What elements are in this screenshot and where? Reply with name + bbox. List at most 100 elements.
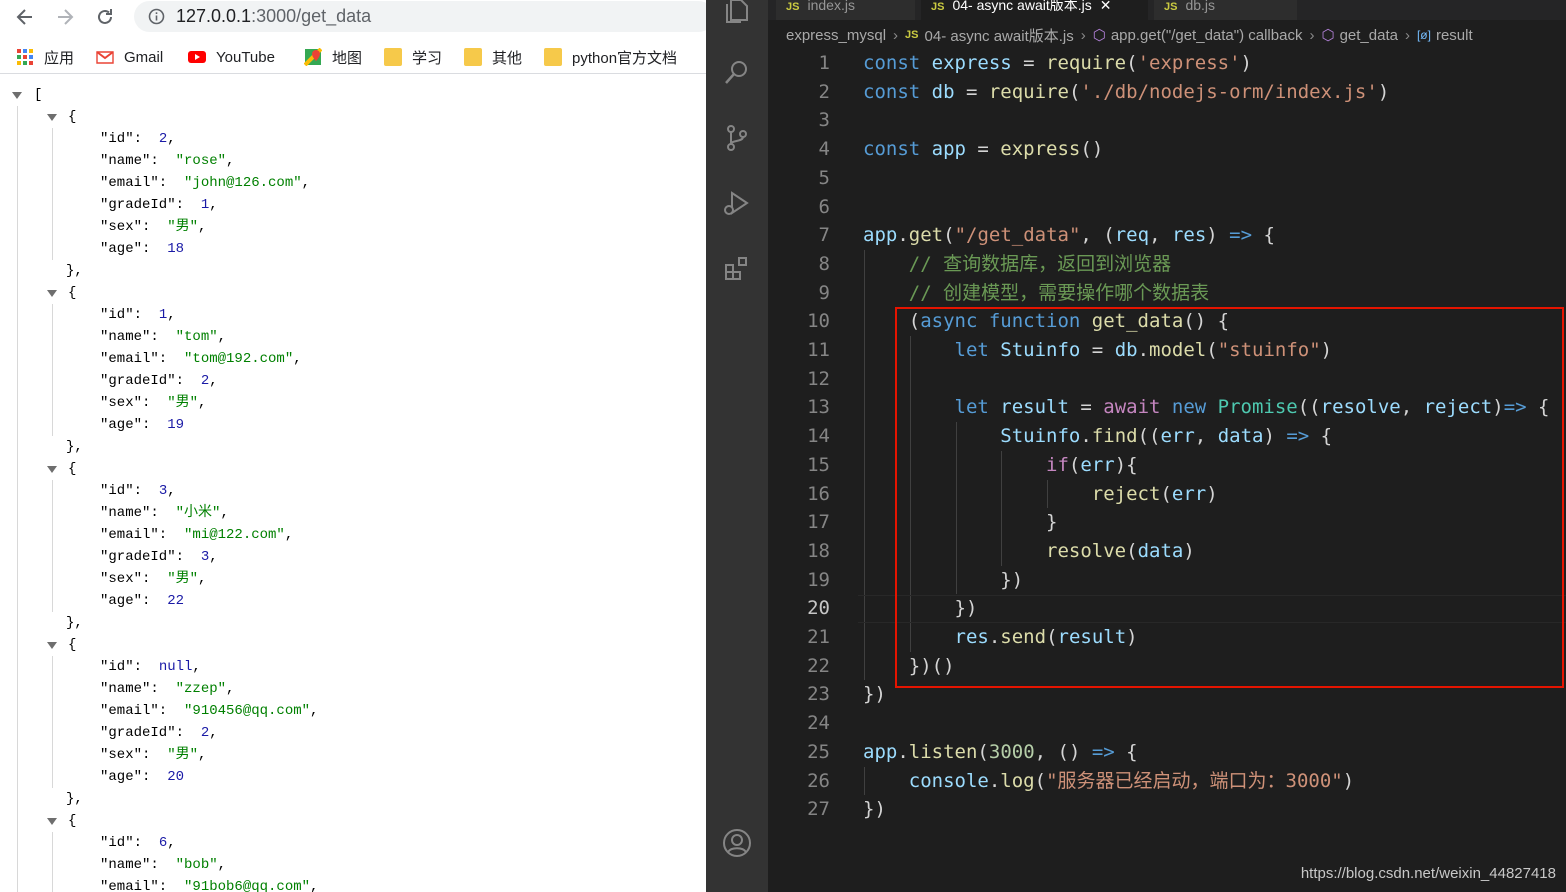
source-control-icon xyxy=(727,125,747,151)
code-line[interactable]: 9 // 创建模型，需要操作哪个数据表 xyxy=(768,279,1566,308)
code-line[interactable]: 8 // 查询数据库，返回到浏览器 xyxy=(768,250,1566,279)
code-token: , ( xyxy=(1080,224,1115,247)
json-close-brace: }, xyxy=(66,439,83,455)
bookmark-gmail[interactable]: Gmail xyxy=(96,46,163,68)
bookmark-youtube[interactable]: YouTube xyxy=(188,46,275,68)
search-icon xyxy=(725,61,747,84)
bookmark-folder-other[interactable]: 其他 xyxy=(464,46,522,68)
code-line[interactable]: 2 const db = require('./db/nodejs-orm/ind… xyxy=(768,78,1566,107)
arrow-left-icon xyxy=(16,9,32,25)
breadcrumb-folder[interactable]: express_mysql xyxy=(786,27,886,44)
json-key: "sex": xyxy=(100,747,168,763)
collapse-triangle-icon[interactable] xyxy=(47,642,57,649)
close-icon[interactable]: ✕ xyxy=(1100,0,1112,13)
extensions-button[interactable] xyxy=(717,248,757,288)
accounts-button[interactable] xyxy=(717,823,757,863)
bookmarks-bar: 应用 Gmail YouTube 地图 学习 其他 python官方文档 xyxy=(0,40,706,74)
url-path: :3000/get_data xyxy=(251,6,372,26)
bookmark-folder-python[interactable]: python官方文档 xyxy=(544,46,677,68)
json-key: "name": xyxy=(100,329,176,345)
json-property: "gradeId": 3, xyxy=(100,549,218,565)
run-debug-button[interactable] xyxy=(717,183,757,223)
files-icon xyxy=(726,0,748,23)
collapse-triangle-icon[interactable] xyxy=(12,92,22,99)
code-line[interactable]: 3 xyxy=(768,106,1566,135)
code-token: = xyxy=(1011,52,1047,74)
tab-index-js[interactable]: JS index.js xyxy=(776,0,916,20)
code-line[interactable]: 6 xyxy=(768,193,1566,222)
url-text: 127.0.0.1:3000/get_data xyxy=(176,6,371,27)
json-property: "age": 19 xyxy=(100,414,184,436)
collapse-triangle-icon[interactable] xyxy=(47,114,57,121)
json-property: "sex": "男", xyxy=(100,747,207,763)
source-control-button[interactable] xyxy=(717,118,757,158)
breadcrumb-callback[interactable]: app.get("/get_data") callback xyxy=(1111,27,1303,44)
js-file-icon: JS xyxy=(931,1,945,13)
breadcrumb-variable[interactable]: result xyxy=(1436,27,1473,44)
code-token: = xyxy=(954,80,989,103)
code-token: ( xyxy=(1068,80,1081,103)
editor-tabs: JS index.js JS 04- async await版本.js ✕ JS db.… xyxy=(768,0,1566,20)
json-property: "email": "tom@192.com", xyxy=(100,351,302,367)
collapse-triangle-icon[interactable] xyxy=(47,290,57,297)
json-property: "name": "bob", xyxy=(100,857,227,873)
json-property: "id": 2, xyxy=(100,131,176,147)
collapse-triangle-icon[interactable] xyxy=(47,818,57,825)
json-open-brace: { xyxy=(68,637,77,653)
address-bar[interactable]: 127.0.0.1:3000/get_data xyxy=(134,1,706,32)
explorer-button[interactable] xyxy=(717,0,757,30)
code-token: const xyxy=(863,138,932,161)
code-token: res xyxy=(1171,224,1207,247)
code-line[interactable]: 25 app.listen(3000, () => { xyxy=(768,738,1566,767)
tab-async-await-js[interactable]: JS 04- async await版本.js ✕ xyxy=(921,0,1149,20)
json-value: "小米" xyxy=(175,505,221,521)
code-token: 'express' xyxy=(1137,52,1241,74)
info-icon[interactable] xyxy=(148,8,165,25)
code-line[interactable]: 26 console.log("服务器已经启动，端口为：3000") xyxy=(768,767,1566,796)
tab-label: db.js xyxy=(1185,0,1216,13)
json-property: "name": "tom", xyxy=(100,329,227,345)
code-line[interactable]: 24 xyxy=(768,709,1566,738)
json-value: 20 xyxy=(167,769,185,785)
tab-db-js[interactable]: JS db.js xyxy=(1154,0,1298,20)
code-token: , () xyxy=(1034,740,1092,763)
collapse-triangle-icon[interactable] xyxy=(47,466,57,473)
line-number: 2 xyxy=(818,80,830,103)
code-line[interactable]: 27}) xyxy=(768,795,1566,824)
code-token: ) xyxy=(1342,769,1355,792)
json-property: "name": "zzep", xyxy=(100,681,235,697)
json-value: "tom@192.com" xyxy=(184,351,294,367)
code-line[interactable]: 1 const express = require('express') xyxy=(768,49,1566,78)
search-button[interactable] xyxy=(717,52,757,92)
breadcrumb-file[interactable]: 04- async await版本.js xyxy=(925,25,1074,46)
code-text: }) xyxy=(863,795,886,824)
code-token: listen xyxy=(908,740,978,763)
json-property: "id": 1, xyxy=(100,307,176,323)
code-token: db xyxy=(931,80,955,103)
json-value: 1 xyxy=(158,307,168,323)
bookmark-folder-study[interactable]: 学习 xyxy=(384,46,442,68)
back-button[interactable] xyxy=(10,2,40,32)
breadcrumb-function[interactable]: get_data xyxy=(1340,27,1398,44)
json-value: "910456@qq.com" xyxy=(184,703,311,719)
code-line[interactable]: 4 const app = express() xyxy=(768,135,1566,164)
json-value: "mi@122.com" xyxy=(184,527,285,543)
reload-button[interactable] xyxy=(90,2,120,32)
json-value: 6 xyxy=(158,835,168,851)
forward-button[interactable] xyxy=(50,2,80,32)
bookmark-maps[interactable]: 地图 xyxy=(304,46,362,68)
line-number: 26 xyxy=(807,769,830,792)
json-value: 18 xyxy=(167,241,185,257)
line-number: 6 xyxy=(818,195,830,218)
json-key: "sex": xyxy=(100,395,168,411)
json-key: "gradeId": xyxy=(100,373,201,389)
indent-guide xyxy=(52,304,53,436)
line-number: 12 xyxy=(807,367,830,390)
bookmark-apps[interactable]: 应用 xyxy=(16,46,74,68)
code-line[interactable]: 7 app.get("/get_data", (req, res) => { xyxy=(768,221,1566,250)
code-line[interactable]: 5 xyxy=(768,164,1566,193)
code-token: ) xyxy=(1377,80,1390,103)
code-text: const express = require('express') xyxy=(863,49,1252,78)
code-token: . xyxy=(897,224,909,247)
